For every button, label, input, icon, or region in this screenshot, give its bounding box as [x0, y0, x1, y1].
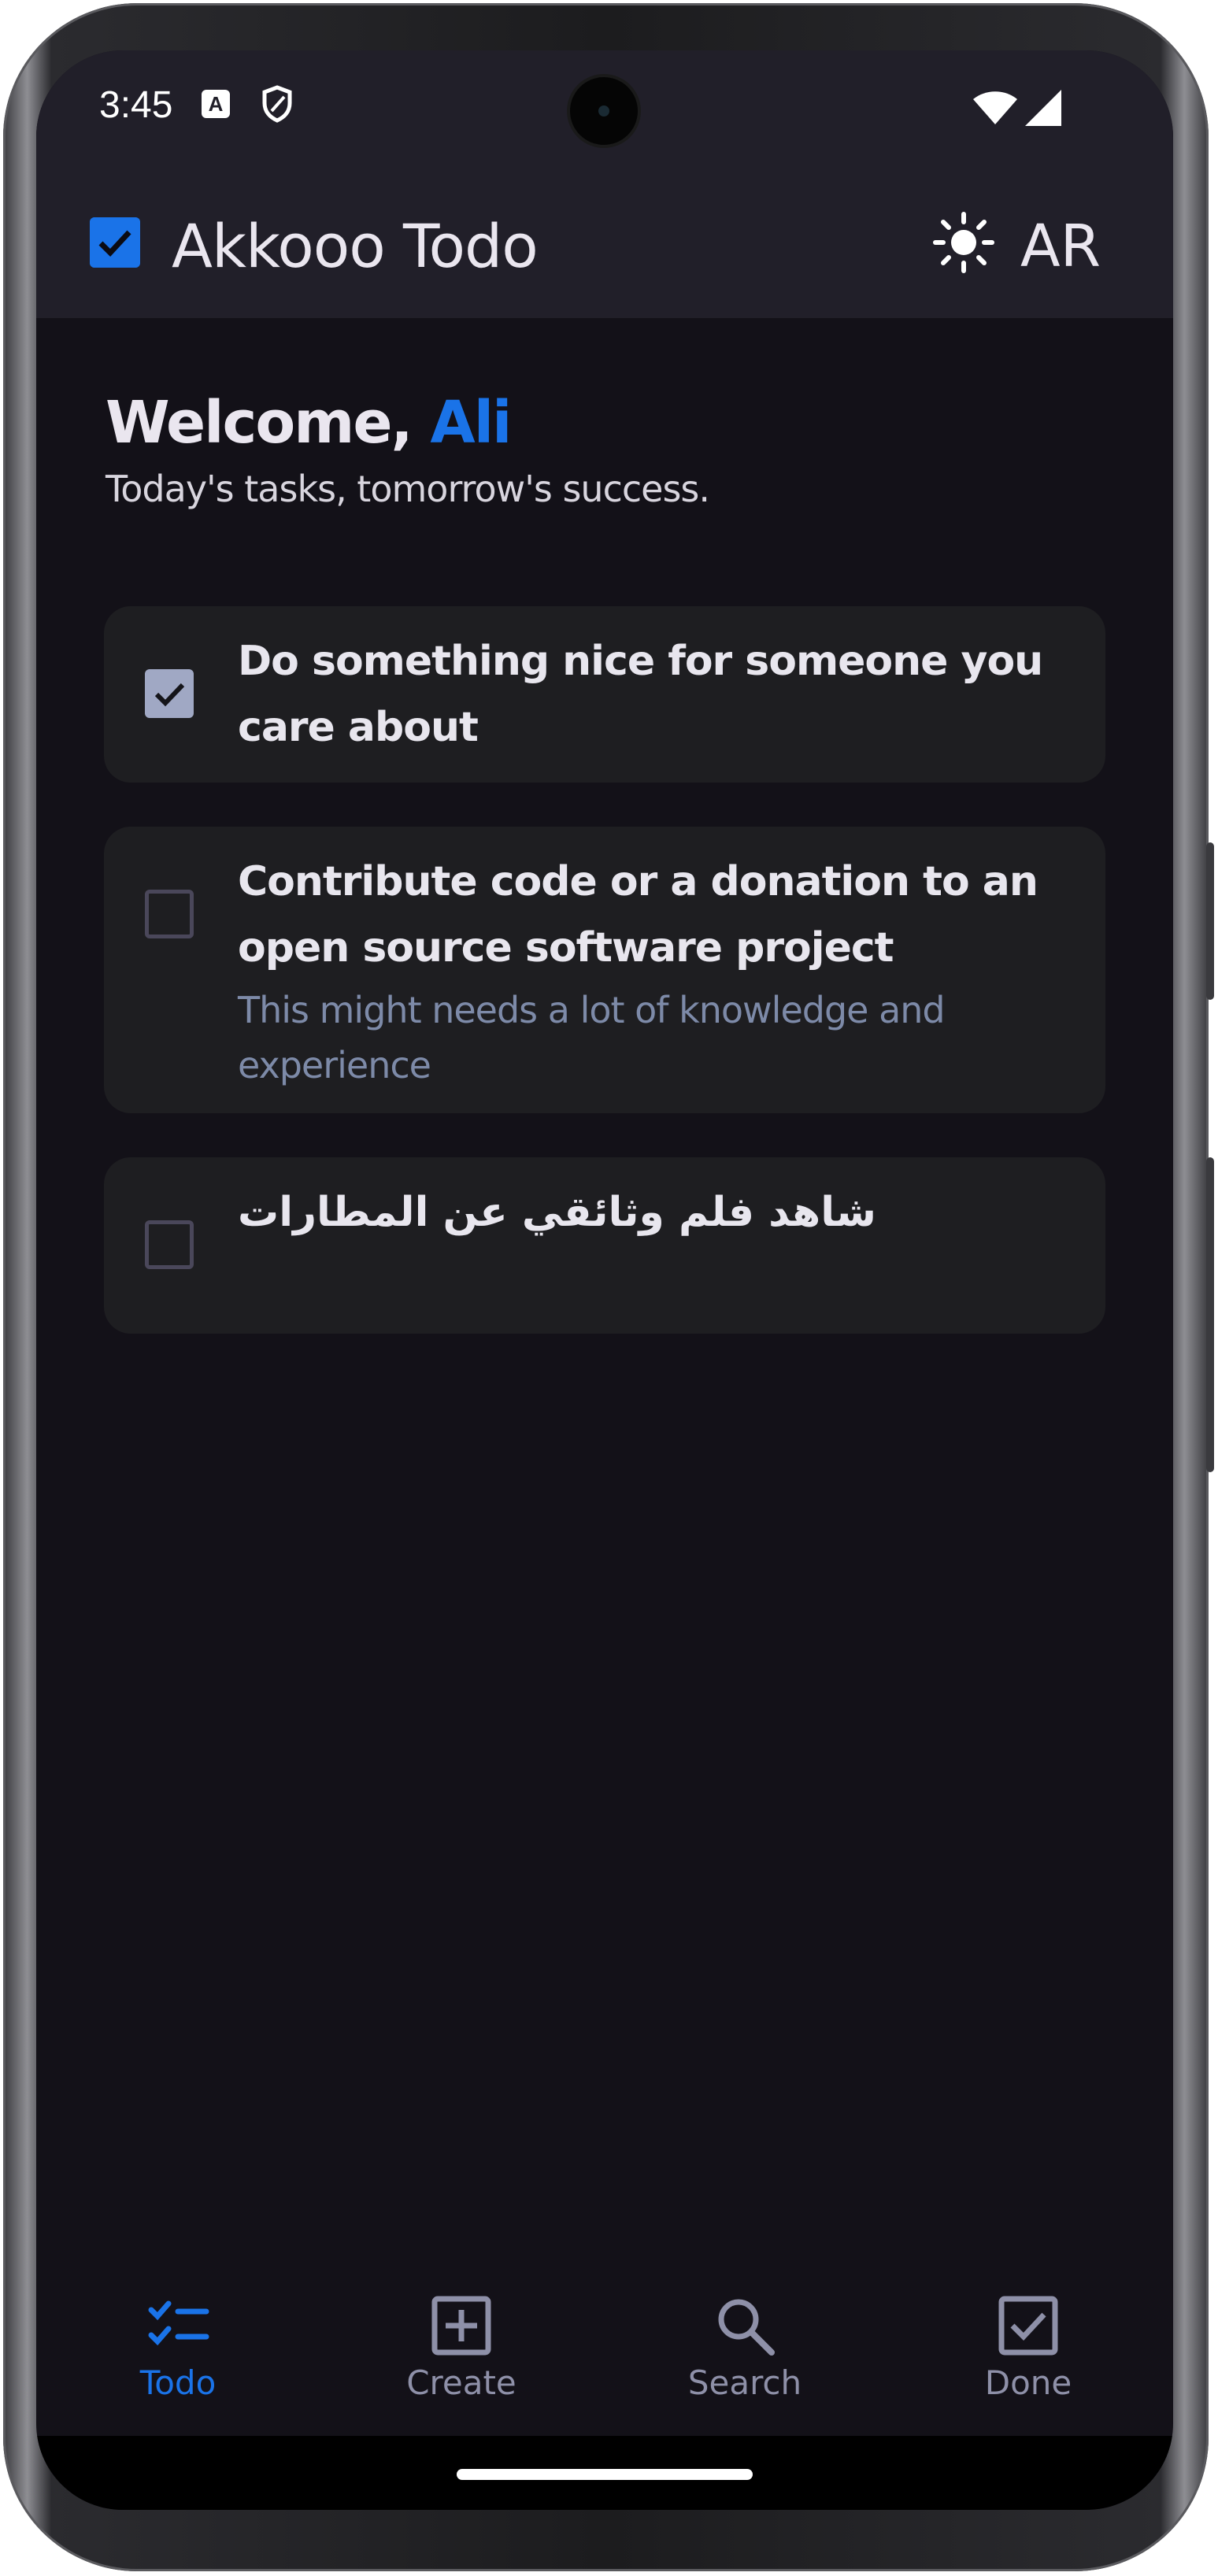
task-checkbox[interactable] [145, 1220, 194, 1269]
volume-button [1206, 842, 1214, 1000]
nav-label: Search [687, 2363, 802, 2402]
nav-item-search[interactable]: Search [627, 2263, 863, 2420]
task-checkbox[interactable] [145, 890, 194, 938]
front-camera [570, 77, 638, 145]
status-time: 3:45 [99, 84, 173, 126]
nav-label: Done [984, 2363, 1072, 2402]
task-title: Do something nice for someone you care a… [238, 638, 1043, 751]
task-description: This might needs a lot of knowledge and … [238, 989, 946, 1086]
checkbox-checked-icon [90, 217, 140, 268]
welcome-greeting: Welcome, [106, 389, 413, 457]
task-title: شاهد فلم وثائقي عن المطارات [238, 1189, 877, 1236]
wifi-icon [973, 91, 1017, 124]
shield-icon [262, 85, 292, 123]
task-checkbox[interactable] [145, 669, 194, 718]
nav-item-done[interactable]: Done [910, 2263, 1146, 2420]
checklist-icon [148, 2300, 209, 2346]
welcome-heading: Welcome, Ali [106, 389, 512, 457]
sun-icon[interactable] [931, 209, 997, 276]
task-card[interactable]: Do something nice for someone you care a… [104, 606, 1105, 783]
add-box-icon [431, 2296, 491, 2356]
a-notification-icon: A [202, 90, 230, 118]
power-button [1206, 1157, 1214, 1472]
app-bar: Akkooo Todo AR [36, 161, 1173, 318]
tagline: Today's tasks, tomorrow's success. [106, 468, 710, 510]
check-box-icon [998, 2296, 1058, 2356]
check-icon [154, 683, 185, 707]
nav-item-create[interactable]: Create [343, 2263, 579, 2420]
signal-icon [1025, 90, 1061, 126]
search-icon [718, 2299, 775, 2356]
screen: 3:45 A Akkooo Todo AR Welcome, Ali Today… [36, 50, 1173, 2510]
user-name: Ali [430, 389, 512, 457]
nav-item-todo[interactable]: Todo [60, 2263, 296, 2420]
nav-label: Create [406, 2363, 516, 2402]
bottom-navigation: Todo Create Search Done [36, 2263, 1173, 2436]
task-card[interactable]: شاهد فلم وثائقي عن المطارات [104, 1157, 1105, 1334]
task-title: Contribute code or a donation to an open… [238, 858, 1038, 972]
home-indicator[interactable] [457, 2469, 753, 2480]
task-card[interactable]: Contribute code or a donation to an open… [104, 827, 1105, 1113]
app-title: Akkooo Todo [172, 211, 539, 281]
nav-label: Todo [139, 2363, 217, 2402]
language-toggle-button[interactable]: AR [1020, 213, 1101, 280]
status-bar: 3:45 A [36, 50, 1173, 161]
